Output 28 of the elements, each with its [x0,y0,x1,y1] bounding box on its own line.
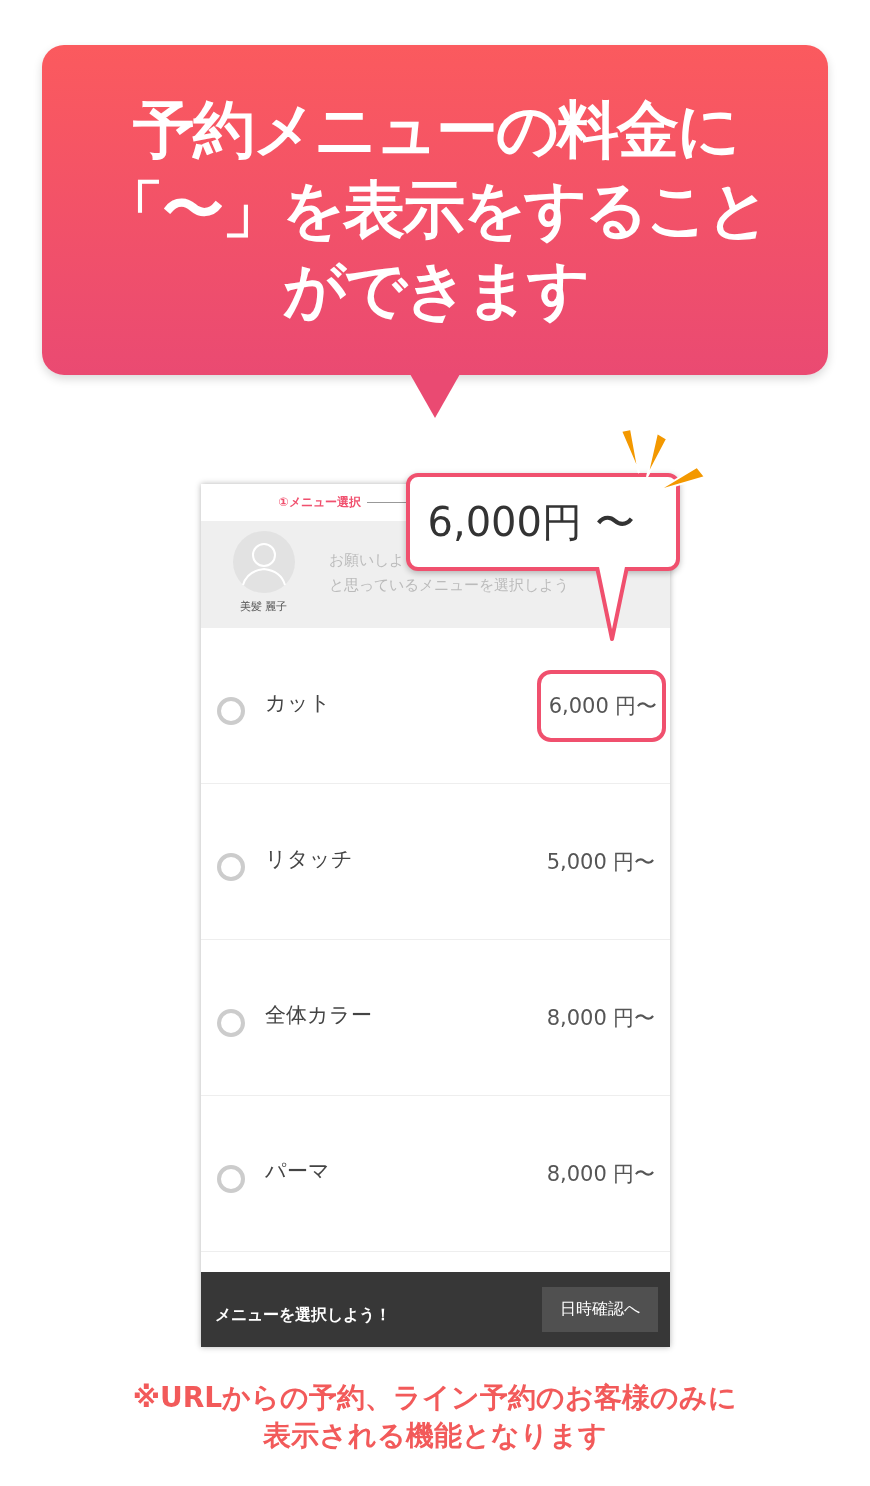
banner-tail-icon [410,374,460,418]
footnote-text: 表示される機能となります [263,1418,607,1454]
radio-button[interactable] [216,1008,245,1037]
menu-price: 8,000 円〜 [546,1160,656,1188]
callout-text: 6,000円 〜 [427,497,635,547]
menu-item[interactable]: パーマ 8,000 円〜 [200,1096,670,1252]
menu-name: 全体カラー [264,1001,373,1029]
menu-price: 8,000 円〜 [546,1004,656,1032]
menu-item[interactable]: カット 6,000 円〜 [200,628,670,784]
menu-price: 6,000 円〜 [536,669,666,742]
menu-item[interactable]: 全体カラー 8,000 円〜 [200,940,670,1096]
stylist-name: 美髪 麗子 [239,599,288,614]
menu-price: 5,000 円〜 [546,848,656,876]
next-button[interactable]: 日時確認へ [541,1287,658,1332]
menu-name: リタッチ [264,845,354,873]
footnote-text: ※URLからの予約、ライン予約のお客様のみに [132,1380,738,1416]
radio-button[interactable] [216,1164,245,1193]
step-label: ①メニュー選択 [278,494,361,511]
menu-item[interactable]: リタッチ 5,000 円〜 [200,784,670,940]
avatar-icon [232,531,295,593]
radio-button[interactable] [216,696,245,725]
headline-text: ができます [282,252,588,328]
radio-button[interactable] [216,852,245,881]
headline-text: 「〜」を表示をすること [102,172,768,248]
menu-name: パーマ [264,1157,331,1185]
menu-name: カット [264,689,332,717]
bar-prompt: メニューを選択しよう！ [214,1305,391,1326]
headline-text: 予約メニューの料金に [132,92,738,168]
